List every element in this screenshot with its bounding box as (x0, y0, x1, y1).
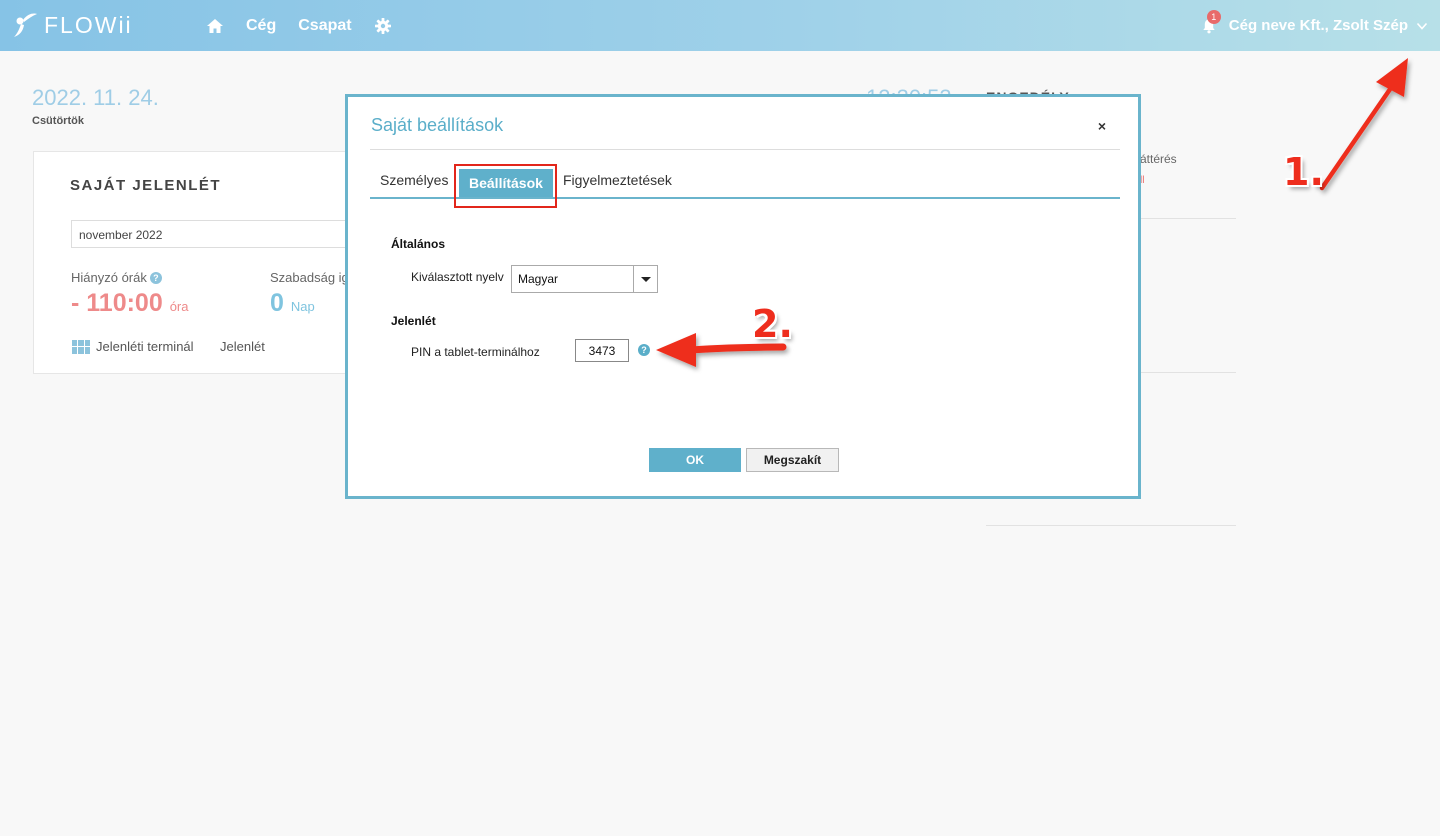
language-select[interactable]: Magyar (511, 265, 658, 293)
chevron-down-icon (1416, 22, 1428, 30)
vacation-value: 0 Nap (270, 289, 315, 318)
dropdown-arrow-icon (633, 266, 657, 292)
missing-hours-label-text: Hiányzó órák (71, 270, 147, 285)
help-icon[interactable]: ? (638, 344, 650, 356)
vacation-number: 0 (270, 289, 284, 317)
language-label: Kiválasztott nyelv (411, 270, 504, 284)
annotation-step-2: 2. (752, 302, 793, 346)
ok-button[interactable]: OK (649, 448, 741, 472)
nav-settings[interactable] (374, 17, 392, 35)
permission-text: áttérés (1140, 152, 1177, 166)
current-date: 2022. 11. 24. (32, 85, 159, 110)
grid-icon (72, 339, 90, 354)
logo[interactable]: FLOWii (12, 9, 133, 41)
nav-company[interactable]: Cég (246, 17, 276, 35)
missing-hours-number: - 110:00 (71, 289, 163, 317)
notifications[interactable]: 1 (1201, 9, 1221, 34)
pin-label: PIN a tablet-terminálhoz (411, 345, 540, 359)
nav-home[interactable] (206, 17, 224, 35)
current-weekday: Csütörtök (32, 115, 84, 127)
pin-input[interactable] (575, 339, 629, 362)
tab-notifications[interactable]: Figyelmeztetések (563, 172, 672, 188)
nav-team[interactable]: Csapat (298, 17, 351, 35)
vacation-unit: Nap (290, 299, 315, 314)
help-icon[interactable]: ? (149, 272, 162, 284)
close-button[interactable]: × (1098, 118, 1106, 134)
tab-personal[interactable]: Személyes (380, 172, 448, 188)
missing-hours-value: - 110:00 óra (71, 289, 189, 318)
attendance-link[interactable]: Jelenlét (220, 339, 265, 354)
missing-hours-label: Hiányzó órák? (71, 270, 162, 285)
terminal-link[interactable]: Jelenléti terminál (72, 339, 194, 354)
terminal-link-label: Jelenléti terminál (96, 339, 194, 354)
tab-highlight-box (454, 164, 557, 208)
home-icon (207, 18, 223, 33)
arrow-1 (1319, 58, 1408, 191)
divider (986, 525, 1236, 526)
attendance-card: SAJÁT JELENLÉT november 2022 Hiányzó órá… (33, 151, 371, 374)
dialog-divider (370, 149, 1120, 150)
card-title: SAJÁT JELENLÉT (70, 177, 222, 194)
settings-dialog: Saját beállítások × Személyes Beállításo… (345, 94, 1141, 499)
annotation-step-1: 1. (1283, 150, 1324, 194)
notification-badge: 1 (1206, 9, 1221, 24)
dialog-title: Saját beállítások (371, 115, 504, 135)
cancel-button[interactable]: Megszakít (746, 448, 839, 472)
language-value: Magyar (518, 272, 559, 286)
flowii-logo-icon (14, 13, 37, 37)
top-bar: FLOWii Cég Csapat 1 Cég neve Kft., Zsolt… (0, 0, 1440, 51)
user-menu[interactable]: 1 Cég neve Kft., Zsolt Szép (1201, 0, 1428, 51)
missing-hours-unit: óra (169, 299, 189, 314)
gear-icon (374, 17, 391, 34)
main-nav: Cég Csapat (206, 0, 414, 51)
attendance-section-title: Jelenlét (391, 314, 436, 328)
user-label: Cég neve Kft., Zsolt Szép (1228, 17, 1408, 34)
month-select[interactable]: november 2022 (71, 220, 371, 248)
brand-name: FLOWii (44, 11, 133, 38)
general-section-title: Általános (391, 237, 446, 251)
